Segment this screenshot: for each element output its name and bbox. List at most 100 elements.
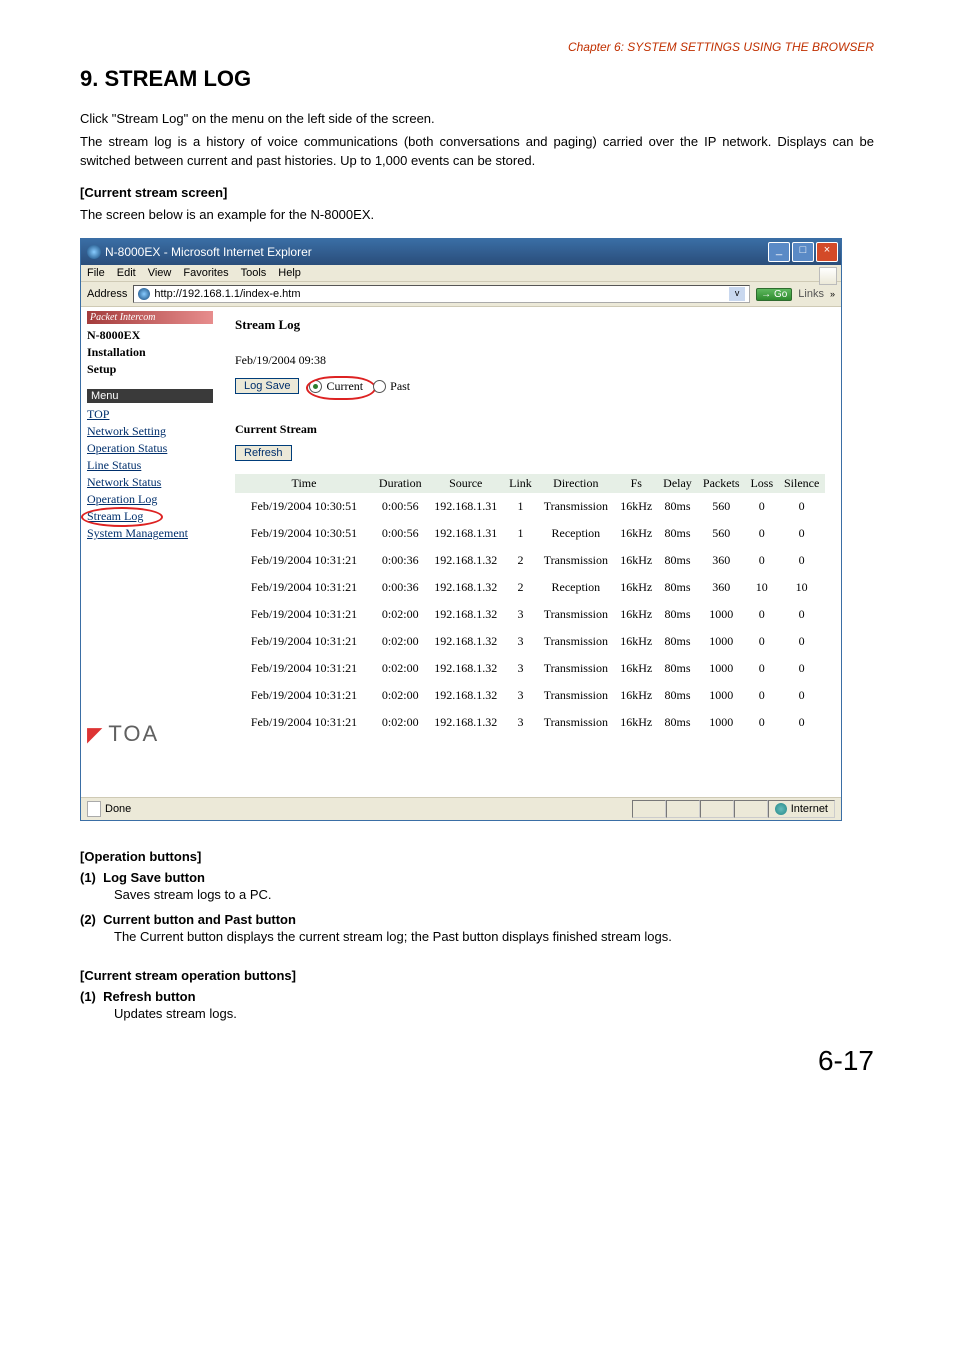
table-cell: 80ms — [658, 601, 697, 628]
table-cell: Feb/19/2004 10:30:51 — [235, 520, 373, 547]
sidebar-link-network-setting[interactable]: Network Setting — [87, 424, 213, 439]
menu-file[interactable]: File — [87, 267, 105, 279]
menu-view[interactable]: View — [148, 267, 172, 279]
table-cell: 3 — [504, 682, 537, 709]
intro-line-1: Click "Stream Log" on the menu on the le… — [80, 110, 874, 129]
menu-header: Menu — [87, 389, 213, 403]
menu-favorites[interactable]: Favorites — [183, 267, 228, 279]
windows-flag-icon — [819, 267, 837, 285]
menu-tools[interactable]: Tools — [241, 267, 267, 279]
table-cell: 0 — [778, 547, 825, 574]
current-operation-buttons-label: [Current stream operation buttons] — [80, 968, 874, 983]
table-row: Feb/19/2004 10:31:210:02:00192.168.1.323… — [235, 628, 825, 655]
table-cell: 3 — [504, 709, 537, 736]
table-cell: 1000 — [697, 628, 745, 655]
table-cell: 0:00:36 — [373, 574, 428, 601]
status-done: Done — [105, 803, 131, 815]
sidebar-link-operation-status[interactable]: Operation Status — [87, 441, 213, 456]
past-radio[interactable]: Past — [373, 379, 410, 394]
address-url: http://192.168.1.1/index-e.htm — [154, 288, 725, 300]
ie-window: N-8000EX - Microsoft Internet Explorer _… — [80, 238, 842, 821]
chevron-right-icon[interactable]: » — [830, 289, 835, 299]
table-cell: 16kHz — [615, 709, 658, 736]
table-cell: Feb/19/2004 10:31:21 — [235, 574, 373, 601]
table-cell: 80ms — [658, 709, 697, 736]
cop-item-1: (1) Refresh button — [80, 989, 874, 1004]
table-cell: Transmission — [537, 493, 615, 520]
table-cell: 16kHz — [615, 520, 658, 547]
page-number: 6-17 — [80, 1045, 874, 1077]
table-cell: 0 — [778, 709, 825, 736]
table-cell: 3 — [504, 601, 537, 628]
op-item-1-desc: Saves stream logs to a PC. — [114, 887, 874, 902]
table-cell: 560 — [697, 520, 745, 547]
internet-zone-icon — [775, 803, 787, 815]
sidebar-link-operation-log[interactable]: Operation Log — [87, 492, 213, 507]
table-cell: Transmission — [537, 601, 615, 628]
table-cell: 16kHz — [615, 628, 658, 655]
table-cell: 1000 — [697, 655, 745, 682]
table-cell: 1000 — [697, 709, 745, 736]
setup-label: Setup — [87, 362, 213, 377]
address-input[interactable]: http://192.168.1.1/index-e.htm v — [133, 285, 750, 303]
status-zone: Internet — [768, 800, 835, 818]
sidebar-link-system-management[interactable]: System Management — [87, 526, 213, 541]
table-header-row: Time Duration Source Link Direction Fs D… — [235, 474, 825, 493]
status-segment-4 — [734, 800, 768, 818]
col-delay: Delay — [658, 474, 697, 493]
table-cell: 360 — [697, 574, 745, 601]
toa-logo: ◤ TOA — [87, 721, 213, 747]
col-loss: Loss — [745, 474, 778, 493]
status-page-icon — [87, 801, 101, 817]
table-cell: 0 — [778, 520, 825, 547]
model-title: N-8000EX — [87, 328, 213, 343]
table-row: Feb/19/2004 10:31:210:02:00192.168.1.323… — [235, 682, 825, 709]
table-cell: 16kHz — [615, 601, 658, 628]
table-cell: 0 — [778, 628, 825, 655]
table-cell: 192.168.1.32 — [428, 601, 504, 628]
toa-text: TOA — [108, 721, 159, 747]
op-item-2-desc: The Current button displays the current … — [114, 929, 874, 944]
table-cell: 192.168.1.32 — [428, 682, 504, 709]
status-zone-label: Internet — [791, 803, 828, 815]
table-cell: 0:02:00 — [373, 682, 428, 709]
current-radio[interactable]: Current — [309, 379, 363, 394]
table-cell: 0 — [745, 601, 778, 628]
main-content: Stream Log Feb/19/2004 09:38 Log Save Cu… — [219, 307, 841, 797]
status-segment-2 — [666, 800, 700, 818]
table-cell: 16kHz — [615, 547, 658, 574]
brand-bar: Packet Intercom — [87, 311, 213, 324]
sidebar-link-stream-log[interactable]: Stream Log — [87, 509, 213, 524]
table-cell: 0:02:00 — [373, 628, 428, 655]
col-source: Source — [428, 474, 504, 493]
table-cell: 0 — [745, 709, 778, 736]
menu-help[interactable]: Help — [278, 267, 301, 279]
address-dropdown-icon[interactable]: v — [729, 287, 745, 301]
table-row: Feb/19/2004 10:31:210:02:00192.168.1.323… — [235, 709, 825, 736]
menu-edit[interactable]: Edit — [117, 267, 136, 279]
refresh-button[interactable]: Refresh — [235, 445, 292, 461]
links-label[interactable]: Links — [798, 288, 824, 300]
table-cell: 80ms — [658, 628, 697, 655]
table-cell: 0 — [745, 682, 778, 709]
table-row: Feb/19/2004 10:31:210:02:00192.168.1.323… — [235, 655, 825, 682]
close-button[interactable]: × — [816, 242, 838, 262]
log-save-button[interactable]: Log Save — [235, 378, 299, 394]
table-row: Feb/19/2004 10:30:510:00:56192.168.1.311… — [235, 493, 825, 520]
table-cell: 16kHz — [615, 682, 658, 709]
current-screen-desc: The screen below is an example for the N… — [80, 206, 874, 225]
table-cell: 360 — [697, 547, 745, 574]
table-row: Feb/19/2004 10:30:510:00:56192.168.1.311… — [235, 520, 825, 547]
table-cell: 0:02:00 — [373, 709, 428, 736]
content-timestamp: Feb/19/2004 09:38 — [235, 353, 825, 368]
sidebar-link-line-status[interactable]: Line Status — [87, 458, 213, 473]
operation-buttons-label: [Operation buttons] — [80, 849, 874, 864]
table-cell: 192.168.1.32 — [428, 574, 504, 601]
go-button[interactable]: → Go — [756, 288, 792, 301]
sidebar-link-network-status[interactable]: Network Status — [87, 475, 213, 490]
col-direction: Direction — [537, 474, 615, 493]
sidebar-link-top[interactable]: TOP — [87, 407, 213, 422]
sidebar: Packet Intercom N-8000EX Installation Se… — [81, 307, 219, 797]
maximize-button[interactable]: □ — [792, 242, 814, 262]
minimize-button[interactable]: _ — [768, 242, 790, 262]
